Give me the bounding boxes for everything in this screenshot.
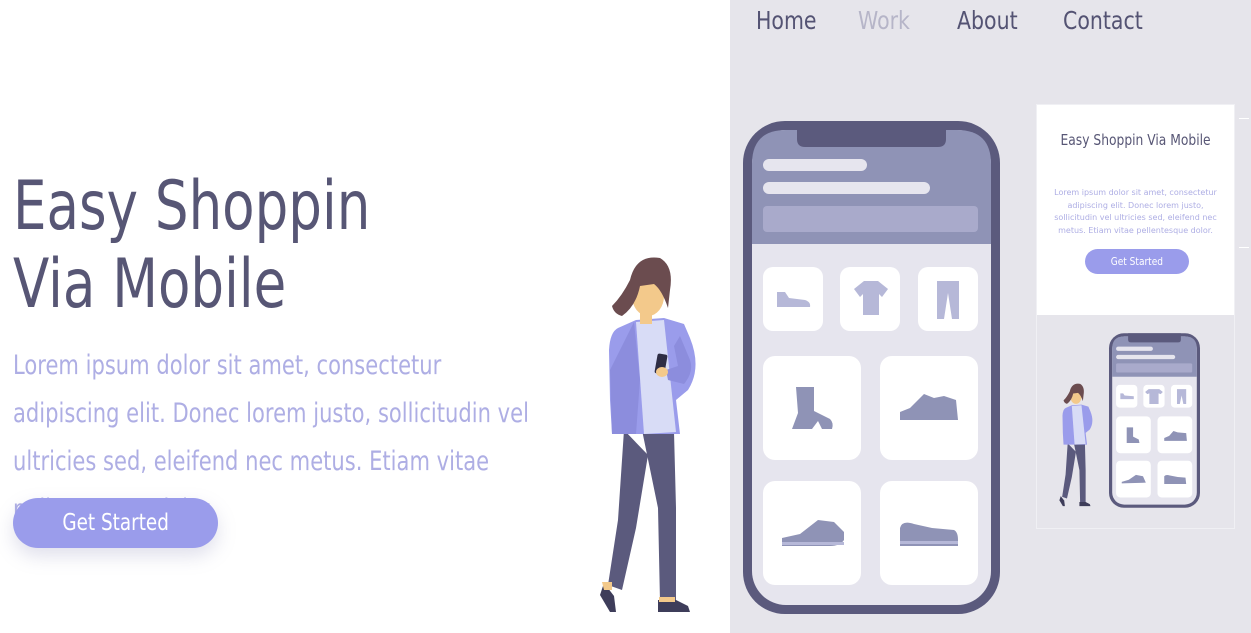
hero-title: Easy Shoppin Via Mobile — [13, 168, 419, 324]
nav-contact-link[interactable]: Contact — [1063, 6, 1143, 35]
tshirt-icon — [854, 281, 888, 315]
pants-icon — [937, 281, 959, 319]
mini-woman-illustration — [1059, 383, 1093, 507]
nav-about-link[interactable]: About — [957, 6, 1018, 35]
nav-work-link[interactable]: Work — [858, 6, 910, 35]
preview-description: Lorem ipsum dolor sit amet, consectetur … — [1054, 188, 1217, 235]
woman-illustration — [600, 257, 696, 612]
preview-title: Easy Shoppin Via Mobile — [1037, 127, 1234, 153]
hero-title-line2: Via Mobile — [13, 245, 287, 324]
get-started-button[interactable]: Get Started — [13, 498, 218, 548]
preview-title-text: Easy Shoppin Via Mobile — [1060, 131, 1211, 149]
flat-shoe-icon — [782, 520, 844, 546]
nav-home-link[interactable]: Home — [756, 6, 817, 35]
mini-phone-illustration — [1109, 333, 1200, 508]
preview-get-started-label: Get Started — [1110, 255, 1164, 268]
slip-on-icon — [900, 522, 958, 546]
sneaker-icon — [900, 394, 958, 420]
preview-top-section: Easy Shoppin Via Mobile Lorem ipsum dolo… — [1037, 105, 1234, 313]
preview-get-started-button[interactable]: Get Started — [1085, 249, 1189, 274]
edge-divider — [1239, 118, 1249, 248]
get-started-label: Get Started — [62, 510, 169, 536]
boot-icon — [792, 387, 833, 429]
hero-title-line1: Easy Shoppin — [13, 167, 371, 246]
shoe-icon — [777, 292, 811, 307]
